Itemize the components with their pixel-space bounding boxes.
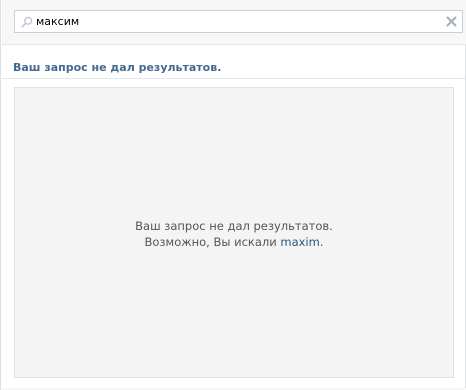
search-bar-area xyxy=(2,0,466,45)
did-you-mean-prefix: Возможно, Вы искали xyxy=(144,235,277,249)
did-you-mean-line: Возможно, Вы искали maxim. xyxy=(15,234,453,250)
search-box[interactable] xyxy=(14,10,463,33)
results-summary-heading: Ваш запрос не дал результатов. xyxy=(13,61,222,74)
no-results-text: Ваш запрос не дал результатов. xyxy=(135,219,333,233)
search-icon xyxy=(21,16,33,28)
close-icon[interactable] xyxy=(445,15,458,28)
suggested-query-link[interactable]: maxim xyxy=(280,235,319,249)
search-input[interactable] xyxy=(36,13,436,30)
empty-results-panel: Ваш запрос не дал результатов. Возможно,… xyxy=(14,87,454,378)
search-results-page: Ваш запрос не дал результатов. Ваш запро… xyxy=(0,0,466,390)
empty-results-message: Ваш запрос не дал результатов. Возможно,… xyxy=(15,218,453,250)
did-you-mean-suffix: . xyxy=(319,235,324,249)
divider xyxy=(2,78,466,79)
